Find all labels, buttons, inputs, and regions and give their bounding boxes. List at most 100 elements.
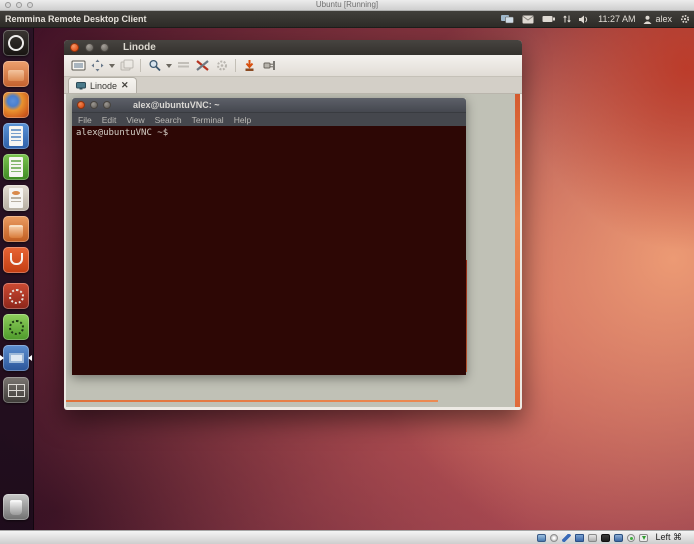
remote-desktop-view[interactable]: alex@ubuntuVNC: ~ File Edit View Search …	[66, 94, 520, 407]
switch-page-button[interactable]	[117, 57, 136, 74]
remmina-titlebar[interactable]: Linode	[64, 40, 522, 55]
mail-indicator-icon[interactable]	[522, 15, 534, 24]
launcher-item-libreoffice-impress[interactable]	[3, 185, 29, 211]
usb-icon[interactable]	[588, 534, 597, 542]
remmina-window-title: Linode	[123, 42, 156, 53]
system-settings-icon	[3, 283, 29, 309]
connection-tab-icon	[76, 82, 86, 90]
launcher-item-trash[interactable]	[3, 494, 29, 520]
terminal-body[interactable]: alex@ubuntuVNC ~$	[72, 126, 466, 375]
username-text: alex	[655, 14, 672, 24]
volume-indicator-icon[interactable]	[579, 15, 590, 24]
home-folder-icon	[3, 61, 29, 87]
terminal-maximize-button[interactable]	[103, 101, 111, 109]
trash-icon	[3, 494, 29, 520]
launcher-item-firefox[interactable]	[3, 92, 29, 118]
remmina-toolbar	[64, 55, 522, 77]
package-manager-icon	[3, 314, 29, 340]
fit-window-dropdown-arrow-icon[interactable]	[109, 64, 115, 68]
network-indicator-icon[interactable]	[501, 14, 514, 24]
focused-app-arrow-icon	[0, 355, 4, 361]
shared-folders-icon[interactable]	[601, 534, 610, 542]
clock-indicator[interactable]: 11:27 AM	[598, 14, 635, 24]
libreoffice-calc-icon	[3, 154, 29, 180]
remote-wallpaper-strip-right	[515, 94, 520, 407]
terminal-window-title: alex@ubuntuVNC: ~	[133, 100, 220, 110]
launcher-item-remmina[interactable]	[3, 345, 29, 371]
disconnect-button[interactable]	[259, 57, 278, 74]
video-capture-icon[interactable]	[562, 534, 571, 542]
desktop-wallpaper: Linode	[0, 28, 694, 531]
remmina-icon	[3, 345, 29, 371]
panel-app-title[interactable]: Remmina Remote Desktop Client	[5, 11, 147, 27]
fullscreen-button[interactable]	[69, 57, 88, 74]
menu-edit[interactable]: Edit	[102, 115, 117, 125]
fit-window-button[interactable]	[88, 57, 107, 74]
terminal-prompt: alex@ubuntuVNC ~$	[76, 128, 168, 138]
user-icon	[643, 15, 652, 24]
cd-icon[interactable]	[550, 534, 558, 542]
menu-terminal[interactable]: Terminal	[192, 115, 224, 125]
vm-window-title: Ubuntu [Running]	[0, 0, 694, 10]
remmina-tabbar: Linode ✕	[64, 77, 522, 94]
vm-statusbar: Left ⌘	[0, 530, 694, 544]
tab-close-icon[interactable]: ✕	[121, 81, 129, 90]
menu-file[interactable]: File	[78, 115, 92, 125]
vm-window-titlebar: Ubuntu [Running]	[0, 0, 694, 11]
libreoffice-impress-icon	[3, 185, 29, 211]
dash-home-icon	[3, 30, 29, 56]
terminal-close-button[interactable]	[77, 101, 85, 109]
ubuntu-one-icon	[3, 247, 29, 273]
launcher-item-software-center[interactable]	[3, 216, 29, 242]
clock-text: 11:27 AM	[598, 14, 635, 24]
connection-tab-label: Linode	[90, 81, 117, 91]
host-key-indicator: Left ⌘	[655, 532, 682, 543]
mouse-integration-icon[interactable]	[627, 534, 635, 542]
toolbar-separator	[140, 59, 141, 72]
launcher-item-package-manager[interactable]	[3, 314, 29, 340]
sync-indicator-icon[interactable]	[563, 14, 571, 24]
launcher-item-ubuntu-one[interactable]	[3, 247, 29, 273]
launcher-item-libreoffice-writer[interactable]	[3, 123, 29, 149]
launcher-item-dash-home[interactable]	[3, 30, 29, 56]
vm-screen: Ubuntu [Running] Remmina Remote Desktop …	[0, 0, 694, 544]
menu-search[interactable]: Search	[155, 115, 182, 125]
libreoffice-writer-icon	[3, 123, 29, 149]
unity-launcher	[0, 28, 34, 531]
remmina-maximize-button[interactable]	[100, 43, 109, 52]
minimize-connection-button[interactable]	[240, 57, 259, 74]
menu-help[interactable]: Help	[234, 115, 251, 125]
running-app-arrow-icon	[28, 355, 32, 361]
scaled-mode-dropdown-arrow-icon[interactable]	[166, 64, 172, 68]
terminal-minimize-button[interactable]	[90, 101, 98, 109]
hdd-icon[interactable]	[537, 534, 546, 542]
display-icon[interactable]	[614, 534, 623, 542]
remmina-minimize-button[interactable]	[85, 43, 94, 52]
menu-view[interactable]: View	[126, 115, 144, 125]
preferences-button[interactable]	[193, 57, 212, 74]
remmina-window: Linode	[64, 40, 522, 410]
toolbar-separator	[235, 59, 236, 72]
scaled-mode-button[interactable]	[145, 57, 164, 74]
remmina-close-button[interactable]	[70, 43, 79, 52]
network-icon[interactable]	[575, 534, 584, 542]
firefox-icon	[3, 92, 29, 118]
software-center-icon	[3, 216, 29, 242]
launcher-item-libreoffice-calc[interactable]	[3, 154, 29, 180]
terminal-window: alex@ubuntuVNC: ~ File Edit View Search …	[72, 98, 466, 375]
tools-button[interactable]	[212, 57, 231, 74]
launcher-item-workspace-switcher[interactable]	[3, 377, 29, 403]
panel-indicators: 11:27 AM alex	[501, 11, 690, 27]
terminal-menubar: File Edit View Search Terminal Help	[72, 112, 466, 126]
user-menu[interactable]: alex	[643, 14, 672, 24]
battery-indicator-icon[interactable]	[542, 15, 555, 23]
remote-wallpaper-strip-bottom	[66, 400, 438, 402]
connection-tab-linode[interactable]: Linode ✕	[68, 77, 137, 93]
session-gear-icon[interactable]	[680, 14, 690, 24]
launcher-item-home-folder[interactable]	[3, 61, 29, 87]
keyboard-capture-icon[interactable]	[639, 534, 648, 542]
keyboard-grab-button[interactable]	[174, 57, 193, 74]
top-panel: Remmina Remote Desktop Client 11:27 AM a…	[0, 11, 694, 28]
terminal-titlebar[interactable]: alex@ubuntuVNC: ~	[72, 98, 466, 112]
launcher-item-system-settings[interactable]	[3, 283, 29, 309]
